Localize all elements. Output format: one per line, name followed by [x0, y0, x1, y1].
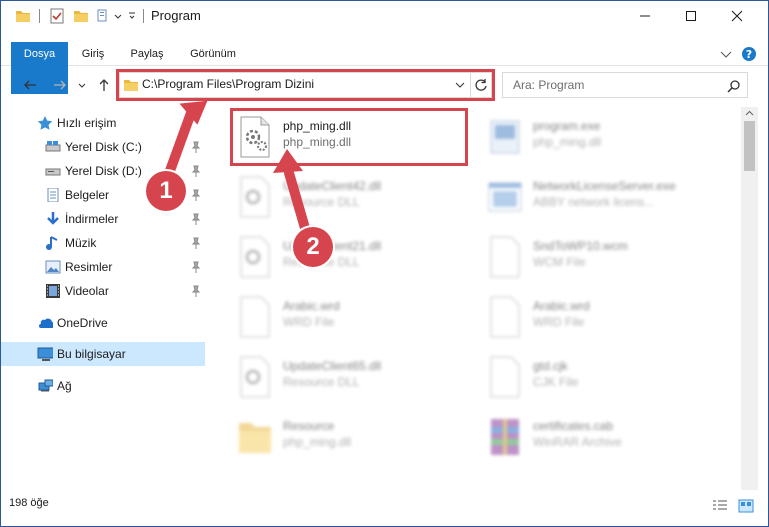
- explorer-window: Program Dosya Giriş Paylaş Görünüm ? C:\…: [0, 0, 769, 527]
- step-2-badge: 2: [293, 227, 333, 267]
- step-1-badge: 1: [146, 171, 186, 211]
- annotation-arrows: [162, 100, 312, 240]
